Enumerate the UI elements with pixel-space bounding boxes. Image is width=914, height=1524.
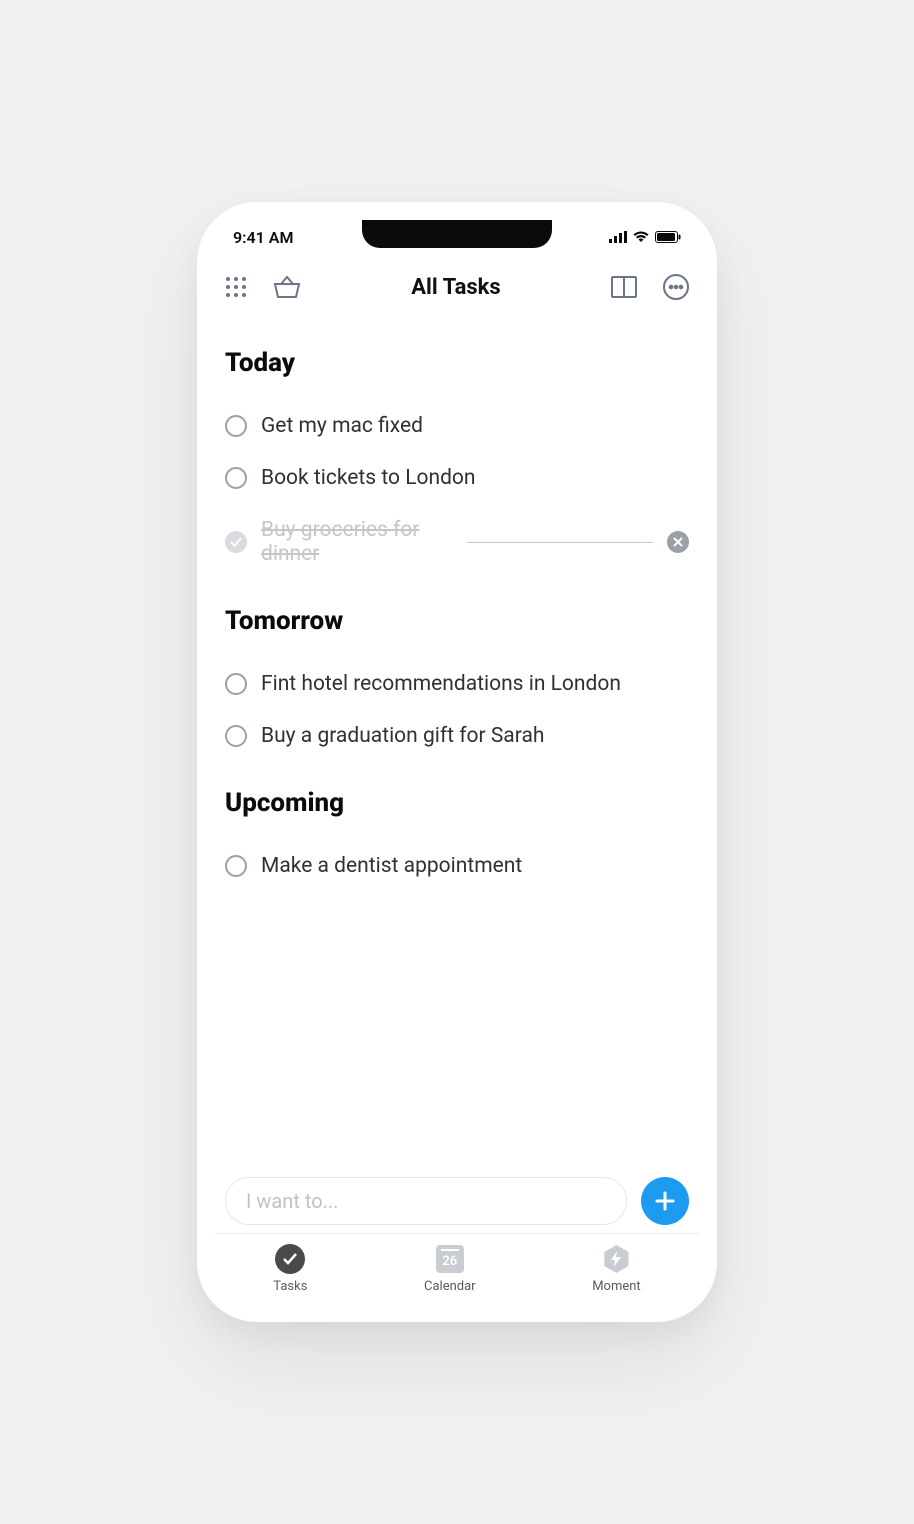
page-title: All Tasks bbox=[411, 275, 500, 300]
more-icon[interactable] bbox=[663, 274, 689, 300]
task-row[interactable]: Buy groceries for dinner bbox=[225, 504, 689, 580]
app-header: All Tasks bbox=[215, 252, 699, 318]
task-row[interactable]: Fint hotel recommendations in London bbox=[225, 658, 689, 710]
quick-add-bar: I want to... bbox=[215, 1177, 699, 1225]
add-task-button[interactable] bbox=[641, 1177, 689, 1225]
plus-icon bbox=[653, 1189, 677, 1213]
section-today: Today Get my mac fixed Book tickets to L… bbox=[225, 348, 689, 580]
cell-signal-icon bbox=[609, 231, 627, 243]
task-list: Today Get my mac fixed Book tickets to L… bbox=[215, 318, 699, 1171]
task-text: Buy a graduation gift for Sarah bbox=[261, 724, 544, 748]
task-text: Fint hotel recommendations in London bbox=[261, 672, 621, 696]
task-checkbox-icon[interactable] bbox=[225, 855, 247, 877]
status-time: 9:41 AM bbox=[233, 228, 293, 247]
task-checkbox-checked-icon[interactable] bbox=[225, 531, 247, 553]
phone-frame: 9:41 AM All Tasks bbox=[197, 202, 717, 1322]
status-icons bbox=[609, 231, 681, 243]
nav-tasks[interactable]: Tasks bbox=[273, 1244, 307, 1294]
calendar-day: 26 bbox=[442, 1254, 457, 1269]
nav-label: Moment bbox=[592, 1279, 641, 1294]
task-checkbox-icon[interactable] bbox=[225, 415, 247, 437]
task-text: Buy groceries for dinner bbox=[261, 518, 447, 566]
grid-menu-icon[interactable] bbox=[225, 276, 247, 298]
nav-calendar[interactable]: 26 Calendar bbox=[424, 1244, 476, 1294]
task-checkbox-icon[interactable] bbox=[225, 467, 247, 489]
task-row[interactable]: Make a dentist appointment bbox=[225, 840, 689, 892]
nav-label: Tasks bbox=[273, 1279, 307, 1294]
check-circle-icon bbox=[275, 1244, 305, 1274]
quick-add-placeholder: I want to... bbox=[246, 1189, 338, 1213]
wifi-icon bbox=[633, 231, 649, 243]
nav-label: Calendar bbox=[424, 1279, 476, 1294]
task-delete-icon[interactable] bbox=[667, 531, 689, 553]
task-text: Make a dentist appointment bbox=[261, 854, 522, 878]
section-upcoming: Upcoming Make a dentist appointment bbox=[225, 788, 689, 892]
phone-notch bbox=[362, 220, 552, 248]
moment-icon bbox=[602, 1245, 630, 1273]
battery-icon bbox=[655, 231, 681, 243]
basket-icon[interactable] bbox=[273, 275, 301, 299]
section-tomorrow: Tomorrow Fint hotel recommendations in L… bbox=[225, 606, 689, 762]
task-row[interactable]: Book tickets to London bbox=[225, 452, 689, 504]
section-title: Today bbox=[225, 348, 689, 378]
task-row[interactable]: Buy a graduation gift for Sarah bbox=[225, 710, 689, 762]
section-title: Upcoming bbox=[225, 788, 689, 818]
task-text: Book tickets to London bbox=[261, 466, 476, 490]
bottom-nav: Tasks 26 Calendar Moment bbox=[215, 1233, 699, 1298]
task-checkbox-icon[interactable] bbox=[225, 725, 247, 747]
task-text: Get my mac fixed bbox=[261, 414, 423, 438]
quick-add-input[interactable]: I want to... bbox=[225, 1177, 627, 1225]
strikethrough-line bbox=[467, 542, 653, 543]
section-title: Tomorrow bbox=[225, 606, 689, 636]
calendar-icon: 26 bbox=[436, 1245, 464, 1273]
book-icon[interactable] bbox=[611, 276, 637, 298]
nav-moment[interactable]: Moment bbox=[592, 1244, 641, 1294]
task-row[interactable]: Get my mac fixed bbox=[225, 400, 689, 452]
task-checkbox-icon[interactable] bbox=[225, 673, 247, 695]
